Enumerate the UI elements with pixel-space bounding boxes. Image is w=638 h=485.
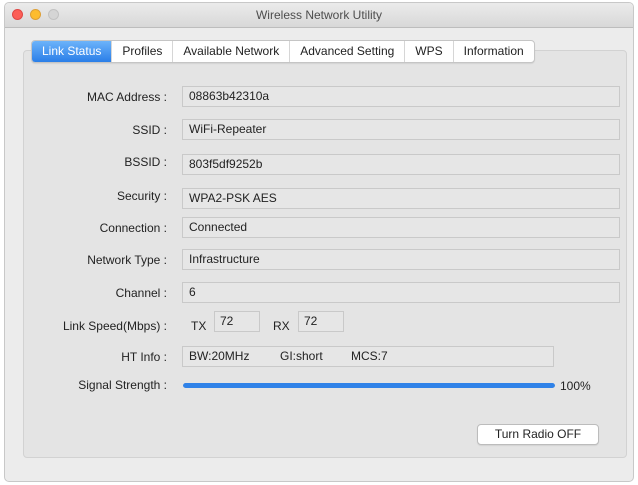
mac-address-label: MAC Address : [86, 90, 167, 104]
ht-mcs-value: MCS:7 [351, 349, 388, 363]
channel-field: 6 [182, 282, 620, 303]
rx-value-field: 72 [298, 311, 344, 332]
tab-available-network[interactable]: Available Network [173, 41, 291, 62]
bssid-label: BSSID : [124, 155, 167, 169]
connection-field: Connected [182, 217, 620, 238]
turn-radio-off-button[interactable]: Turn Radio OFF [477, 424, 599, 445]
security-label: Security : [116, 189, 167, 203]
signal-strength-bar [183, 383, 555, 388]
connection-label: Connection : [99, 221, 167, 235]
ssid-label: SSID : [132, 123, 167, 137]
ht-info-field: BW:20MHz GI:short MCS:7 [182, 346, 554, 367]
signal-strength-percent: 100% [560, 379, 591, 393]
app-window: Wireless Network Utility Link Status Pro… [4, 2, 634, 482]
title-bar: Wireless Network Utility [5, 3, 633, 28]
tab-wps[interactable]: WPS [405, 41, 454, 62]
tx-value-field: 72 [214, 311, 260, 332]
tab-bar: Link Status Profiles Available Network A… [31, 40, 535, 63]
ssid-field: WiFi-Repeater [182, 119, 620, 140]
window-title: Wireless Network Utility [255, 8, 382, 22]
security-field: WPA2-PSK AES [182, 188, 620, 209]
link-speed-label: Link Speed(Mbps) : [62, 319, 167, 333]
ht-gi-value: GI:short [280, 349, 323, 363]
ht-info-label: HT Info : [121, 350, 167, 364]
network-type-label: Network Type : [87, 253, 167, 267]
network-type-field: Infrastructure [182, 249, 620, 270]
tx-label: TX [191, 319, 207, 333]
signal-strength-label: Signal Strength : [78, 378, 167, 392]
channel-label: Channel : [115, 286, 167, 300]
tab-advanced-setting[interactable]: Advanced Setting [290, 41, 406, 62]
bssid-field: 803f5df9252b [182, 154, 620, 175]
tab-profiles[interactable]: Profiles [112, 41, 174, 62]
tab-information[interactable]: Information [454, 41, 534, 62]
ht-bw-value: BW:20MHz [189, 349, 250, 363]
rx-label: RX [273, 319, 290, 333]
signal-strength-fill [183, 383, 555, 388]
tab-link-status[interactable]: Link Status [32, 41, 113, 62]
mac-address-field: 08863b42310a [182, 86, 620, 107]
